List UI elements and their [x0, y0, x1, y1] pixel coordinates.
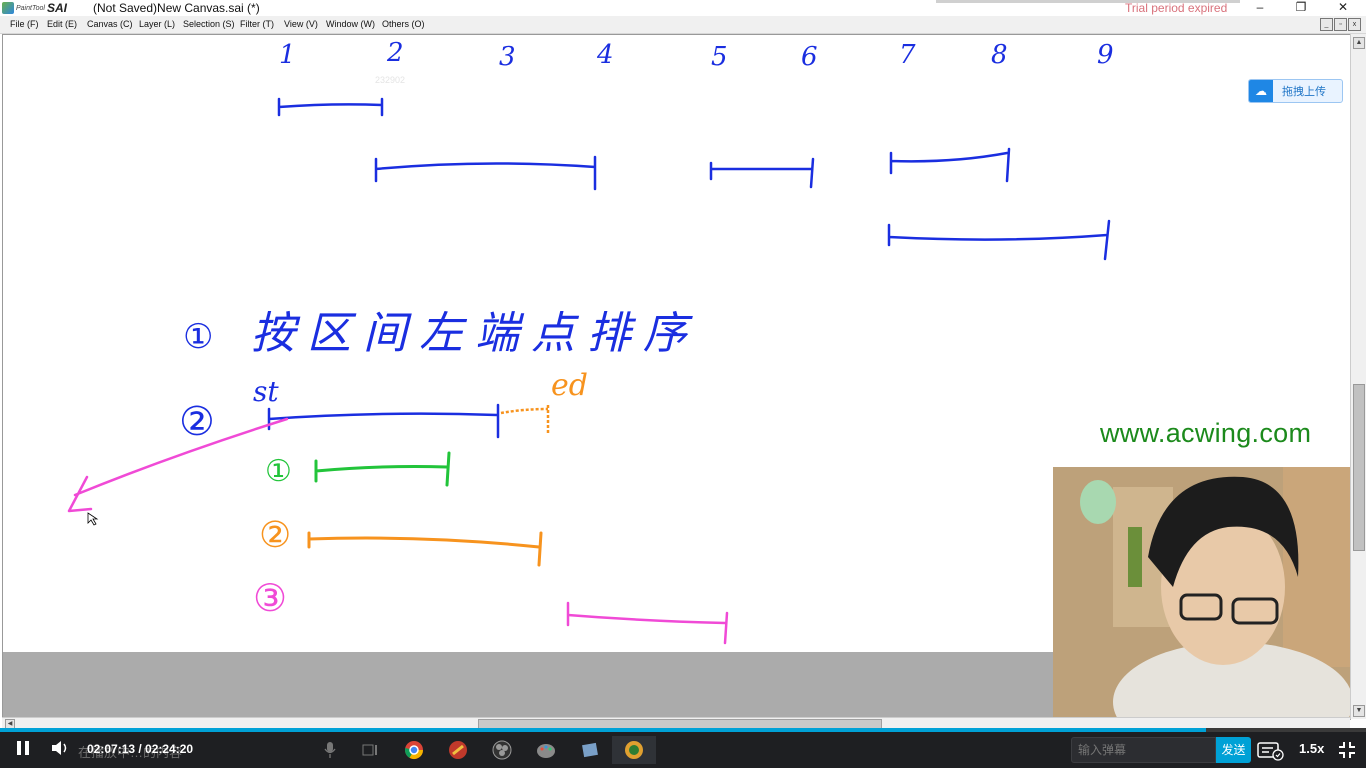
- step2-marker: ②: [179, 399, 215, 445]
- upload-label: 拖拽上传: [1282, 86, 1326, 98]
- chrome-svg: [404, 741, 423, 760]
- doc-minimize-button[interactable]: _: [1320, 18, 1333, 31]
- chrome-icon[interactable]: [392, 736, 436, 764]
- interval-line: [709, 157, 815, 189]
- number-label: 5: [711, 42, 728, 72]
- volume-icon[interactable]: [50, 739, 70, 762]
- arrow-stroke: [67, 417, 289, 513]
- menu-layer[interactable]: Layer (L): [139, 19, 175, 29]
- time-display: 02:07:13 / 02:24:20: [87, 742, 194, 756]
- site-watermark: www.acwing.com: [1100, 418, 1312, 448]
- sai-app-svg: [449, 741, 467, 759]
- danmaku-settings-icon[interactable]: [1257, 741, 1285, 766]
- task-view-svg: [362, 744, 377, 756]
- microphone-icon[interactable]: [323, 741, 337, 764]
- number-label: 3: [499, 42, 516, 72]
- menu-selection[interactable]: Selection (S): [183, 19, 235, 29]
- sai-app-icon[interactable]: [436, 736, 480, 764]
- sub1-marker: ①: [265, 454, 292, 489]
- number-label: 4: [596, 40, 614, 70]
- trial-notice: Trial period expired: [1125, 1, 1228, 15]
- scroll-down-arrow-icon[interactable]: ▼: [1353, 705, 1365, 717]
- number-label: 7: [899, 40, 916, 70]
- interval-line: [887, 219, 1111, 261]
- interval-line: [889, 147, 1011, 183]
- mouse-cursor-icon: [87, 512, 99, 526]
- ps-svg: [625, 741, 643, 759]
- player-controls: 在播放中…的内容 02:07:13 / 02:24:20 发送 1.5x: [0, 732, 1366, 768]
- playback-speed[interactable]: 1.5x: [1299, 741, 1324, 756]
- interval-line: [374, 155, 597, 191]
- app-logo: PaintTool SAI: [2, 1, 67, 15]
- st-label: st: [253, 375, 279, 408]
- webcam-feed: [1053, 467, 1350, 728]
- ps-icon[interactable]: [612, 736, 656, 764]
- pause-icon[interactable]: [14, 739, 32, 762]
- menu-view[interactable]: View (V): [284, 19, 318, 29]
- exit-fullscreen-icon[interactable]: [1337, 740, 1357, 765]
- menu-filter[interactable]: Filter (T): [240, 19, 274, 29]
- menu-bar: File (F) Edit (E) Canvas (C) Layer (L) S…: [0, 16, 1366, 34]
- restore-button[interactable]: ❐: [1281, 0, 1321, 16]
- scroll-up-arrow-icon[interactable]: ▲: [1353, 37, 1365, 49]
- interval-line: [566, 601, 729, 645]
- upload-button[interactable]: ☁ 拖拽上传: [1248, 79, 1343, 103]
- title-bar: PaintTool SAI (Not Saved)New Canvas.sai …: [0, 0, 1366, 16]
- menu-canvas[interactable]: Canvas (C): [87, 19, 133, 29]
- vertical-scroll-thumb[interactable]: [1353, 384, 1365, 551]
- number-label: 1: [279, 40, 296, 70]
- exit-fullscreen-svg: [1339, 742, 1355, 758]
- menu-others[interactable]: Others (O): [382, 19, 425, 29]
- step1-marker: ①: [183, 317, 213, 357]
- danmaku-send-button[interactable]: 发送: [1216, 737, 1251, 763]
- microphone-icon-svg: [324, 742, 336, 758]
- menu-window[interactable]: Window (W): [326, 19, 375, 29]
- sub2-marker: ②: [259, 515, 291, 556]
- interval-line: [267, 403, 500, 439]
- webcam-image: [1053, 467, 1350, 728]
- number-label: 8: [991, 40, 1008, 70]
- extension-line: [500, 405, 550, 435]
- vertical-scrollbar[interactable]: ▲ ▼: [1350, 34, 1366, 719]
- sai-logo-icon: [2, 2, 14, 14]
- number-label: 6: [801, 42, 818, 72]
- danmaku-settings-svg: [1257, 742, 1284, 761]
- app-icon[interactable]: [568, 736, 612, 764]
- close-button[interactable]: ✕: [1323, 0, 1363, 16]
- taskbar-apps: [348, 736, 656, 764]
- document-title: (Not Saved)New Canvas.sai (*): [93, 1, 260, 15]
- pause-icon-svg: [17, 741, 29, 755]
- number-label: 2: [386, 38, 404, 68]
- danmaku-input[interactable]: [1071, 737, 1216, 763]
- menu-file[interactable]: File (F): [10, 19, 39, 29]
- interval-line: [277, 97, 384, 117]
- faint-canvas-text: 232902: [375, 75, 405, 85]
- paint-svg: [537, 744, 555, 758]
- obs-icon[interactable]: [480, 736, 524, 764]
- step1-text: 按区间左端点排序: [251, 308, 699, 359]
- logo-small-text: PaintTool: [16, 4, 45, 12]
- volume-icon-svg: [52, 741, 67, 755]
- minimize-button[interactable]: –: [1240, 0, 1280, 16]
- ed-label: ed: [551, 368, 588, 403]
- task-view-icon[interactable]: [348, 736, 392, 764]
- cloud-icon: ☁: [1249, 80, 1273, 102]
- logo-big-text: SAI: [46, 1, 67, 15]
- obs-svg: [492, 740, 512, 760]
- document-window-controls: _ ▫ x: [1320, 18, 1361, 31]
- app-svg: [582, 742, 598, 758]
- sub3-marker: ③: [253, 576, 287, 620]
- doc-close-button[interactable]: x: [1348, 18, 1361, 31]
- menu-edit[interactable]: Edit (E): [47, 19, 77, 29]
- number-label: 9: [1097, 40, 1114, 70]
- paint-icon[interactable]: [524, 736, 568, 764]
- doc-restore-button[interactable]: ▫: [1334, 18, 1347, 31]
- interval-line: [314, 451, 451, 487]
- interval-line: [307, 531, 543, 567]
